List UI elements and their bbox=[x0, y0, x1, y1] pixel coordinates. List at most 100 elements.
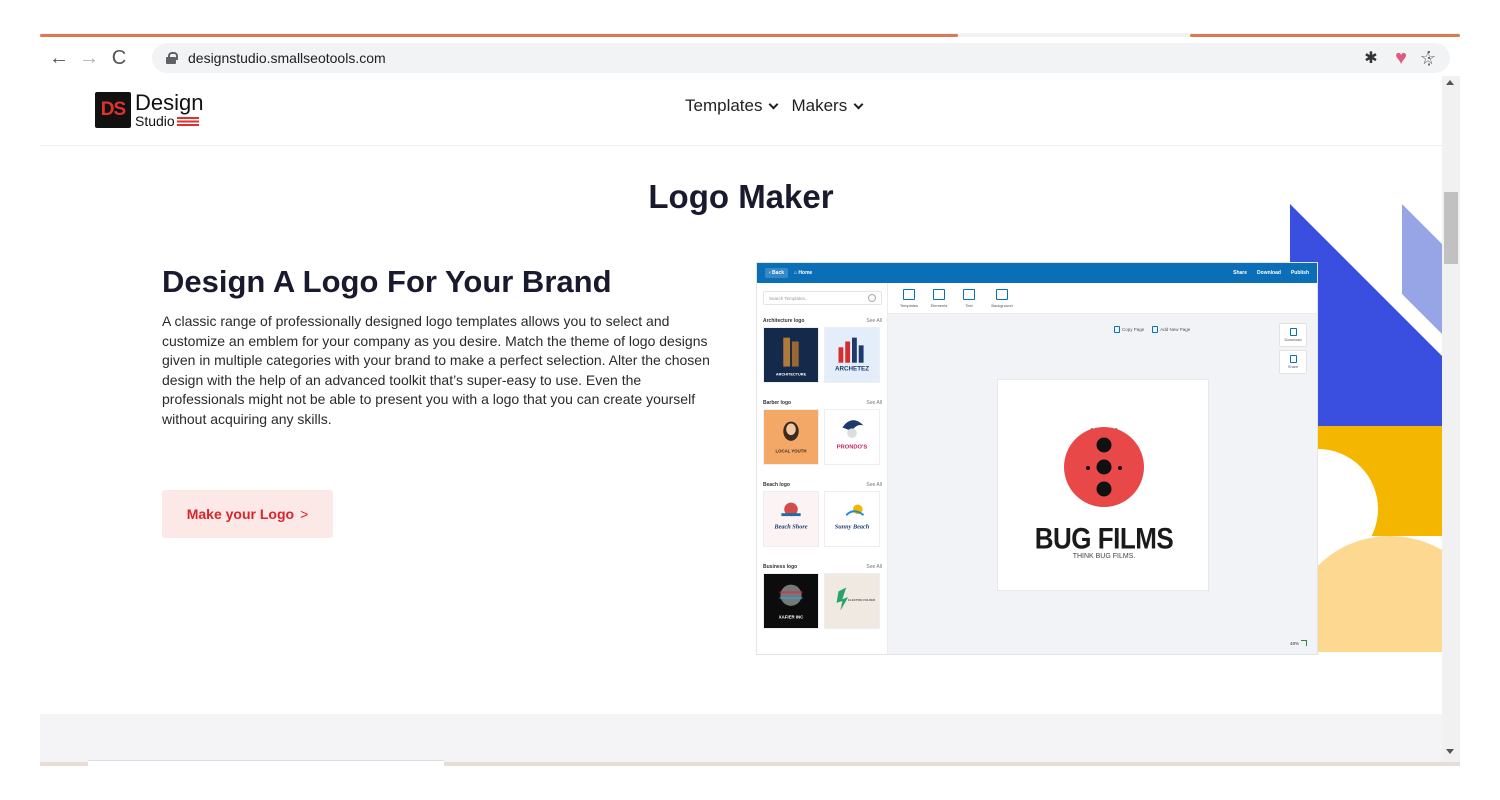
main-nav: Templates Makers bbox=[685, 96, 864, 116]
template-thumb: ARCHITECTURE bbox=[763, 327, 819, 383]
thumb-label: PRONDO'S bbox=[837, 445, 868, 451]
add-page-action: Add New Page bbox=[1152, 326, 1190, 333]
nav-templates-label: Templates bbox=[685, 96, 763, 115]
chevron-down-icon bbox=[769, 99, 779, 109]
make-logo-button[interactable]: Make your Logo > bbox=[162, 490, 333, 538]
editor-tool-background: Background bbox=[984, 283, 1020, 314]
thumb-label: ARCHETEZ bbox=[835, 365, 869, 372]
back-arrow-icon[interactable]: ← bbox=[44, 43, 74, 73]
copy-icon bbox=[1114, 326, 1120, 333]
template-thumb: ELECTRIC FOLDER bbox=[824, 573, 880, 629]
thumb-label: ELECTRIC FOLDER bbox=[848, 598, 876, 602]
download-icon bbox=[1289, 328, 1297, 336]
forward-arrow-icon[interactable]: → bbox=[74, 43, 104, 73]
template-thumb: Sunny Beach bbox=[824, 491, 880, 547]
editor-template-panel: Search Templates... Architecture logo See… bbox=[757, 283, 888, 654]
editor-search-placeholder: Search Templates... bbox=[769, 295, 809, 301]
editor-publish-button: Publish bbox=[1290, 270, 1309, 276]
address-bar[interactable]: designstudio.smallseotools.com ☆ bbox=[152, 43, 1450, 73]
see-all-link: See All bbox=[866, 564, 882, 570]
canvas-side-actions: Download Share bbox=[1279, 323, 1307, 374]
logo-stripes-icon bbox=[176, 116, 199, 126]
skyline-icon: ARCHETEZ bbox=[835, 337, 869, 372]
logo-wordmark: Design Studio bbox=[135, 92, 203, 129]
canvas-download: Download bbox=[1279, 323, 1307, 347]
add-page-label: Add New Page bbox=[1160, 327, 1191, 332]
site-header: DS Design Studio Templates Makers bbox=[40, 76, 1442, 146]
nav-templates[interactable]: Templates bbox=[685, 96, 779, 116]
logo-tagline: THINK BUG FILMS. bbox=[1072, 553, 1136, 560]
tool-label: Text bbox=[965, 303, 973, 308]
template-thumb: XAFIER INC bbox=[763, 573, 819, 629]
nav-makers-label: Makers bbox=[791, 96, 848, 115]
category-name: Barber logo bbox=[763, 400, 792, 406]
url-text: designstudio.smallseotools.com bbox=[188, 50, 386, 66]
see-all-link: See All bbox=[866, 318, 882, 324]
editor-share-button: Share bbox=[1233, 270, 1248, 276]
extension-area: ✱ ♥ ⋮ bbox=[1356, 43, 1442, 73]
category-name: Business logo bbox=[763, 564, 798, 570]
tool-label: Templates bbox=[899, 303, 919, 308]
thumb-label: ARCHITECTURE bbox=[776, 372, 807, 376]
editor-download-button: Download bbox=[1257, 270, 1281, 276]
browser-menu-icon[interactable]: ⋮ bbox=[1416, 43, 1442, 73]
editor-toolbar: Templates Elements Text Background bbox=[888, 283, 1317, 314]
lock-icon bbox=[166, 52, 178, 64]
template-thumb: PRONDO'S bbox=[824, 409, 880, 465]
editor-topbar-actions: Share Download Publish bbox=[1233, 270, 1309, 276]
next-section-band bbox=[40, 714, 1442, 764]
background-icon bbox=[996, 289, 1008, 300]
tool-label: Background bbox=[991, 303, 1013, 308]
canvas-download-label: Download bbox=[1284, 338, 1302, 342]
add-page-icon bbox=[1152, 326, 1159, 333]
logo-mark-text: DS bbox=[100, 99, 126, 120]
editor-tool-templates: Templates bbox=[894, 283, 924, 314]
text-icon bbox=[963, 289, 975, 300]
logo-artboard: BUG FILMS THINK BUG FILMS. bbox=[997, 379, 1209, 591]
zoom-level: 48% bbox=[1289, 640, 1299, 646]
logo-studio-text: Studio bbox=[135, 113, 175, 129]
templates-icon bbox=[903, 289, 915, 300]
hair-profile-icon: PRONDO'S bbox=[837, 420, 868, 451]
scroll-up-arrow-icon[interactable] bbox=[1446, 80, 1454, 85]
tab-indicator bbox=[40, 34, 958, 37]
puzzle-extension-icon[interactable]: ✱ bbox=[1356, 43, 1386, 73]
category-header: Business logo See All bbox=[763, 564, 882, 570]
page-actions: Copy Page Add New Page bbox=[1114, 326, 1190, 333]
reload-icon[interactable]: C bbox=[104, 43, 134, 73]
logo-mark: DS bbox=[95, 92, 131, 128]
editor-tool-elements: Elements bbox=[924, 283, 954, 314]
editor-back-button: ‹ Back bbox=[765, 268, 789, 278]
scroll-down-arrow-icon[interactable] bbox=[1446, 749, 1454, 754]
scroll-thumb[interactable] bbox=[1444, 192, 1458, 264]
editor-home-button: ⌂ Home bbox=[794, 270, 813, 276]
thumb-label: LOCAL YOUTH bbox=[775, 448, 806, 453]
arrow-right-icon: > bbox=[300, 506, 309, 522]
copy-page-action: Copy Page bbox=[1114, 326, 1144, 333]
editor-canvas: Copy Page Add New Page Download Share BU… bbox=[888, 314, 1317, 654]
browser-toolbar: ← → C designstudio.smallseotools.com ☆ bbox=[40, 40, 1460, 76]
category-header: Architecture logo See All bbox=[763, 318, 882, 324]
thumb-label: Sunny Beach bbox=[835, 524, 870, 531]
category-name: Beach logo bbox=[763, 482, 790, 488]
deco-light-blue-shape bbox=[1402, 204, 1442, 334]
bearded-face-icon: LOCAL YOUTH bbox=[775, 421, 807, 453]
web-page: DS Design Studio Templates Makers Logo M… bbox=[40, 76, 1442, 764]
chevron-down-icon bbox=[853, 99, 864, 109]
page-scrollbar[interactable] bbox=[1442, 76, 1460, 764]
building-icon: ARCHITECTURE bbox=[776, 337, 807, 376]
nav-makers[interactable]: Makers bbox=[791, 96, 864, 116]
thumb-label: XAFIER INC bbox=[779, 614, 804, 619]
lightning-icon: ELECTRIC FOLDER bbox=[836, 587, 876, 611]
editor-topbar: ‹ Back ⌂ Home Share Download Publish bbox=[757, 263, 1317, 283]
template-thumb: ARCHETEZ bbox=[824, 327, 880, 383]
search-icon bbox=[868, 294, 876, 302]
site-logo[interactable]: DS Design Studio bbox=[95, 92, 203, 128]
expand-icon bbox=[1301, 640, 1307, 646]
tab-indicator-2 bbox=[1190, 34, 1460, 37]
heart-extension-icon[interactable]: ♥ bbox=[1386, 43, 1416, 73]
ladybug-icon bbox=[1064, 427, 1144, 507]
sun-wave-icon: Sunny Beach bbox=[835, 504, 870, 531]
see-all-link: See All bbox=[866, 482, 882, 488]
template-thumb: LOCAL YOUTH bbox=[763, 409, 819, 465]
